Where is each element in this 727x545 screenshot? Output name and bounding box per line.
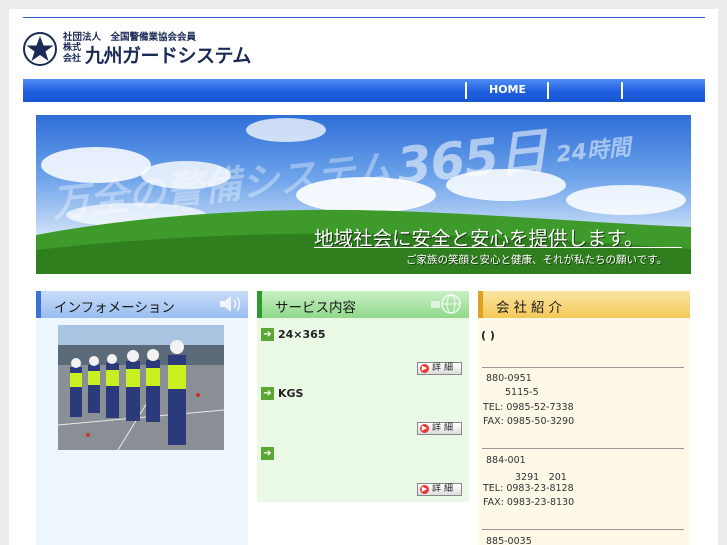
nav-link-2[interactable]: [551, 82, 621, 99]
nav-home-link[interactable]: HOME: [489, 83, 526, 96]
info-body: [36, 318, 248, 545]
services-title: サービス内容: [275, 300, 356, 316]
divider: [482, 367, 684, 368]
office-address: 3291 201: [515, 472, 567, 483]
details-button[interactable]: ▶ 詳細: [417, 483, 462, 496]
service-label: 24×365: [278, 328, 326, 341]
company-type-label: 株式 会社: [63, 43, 82, 64]
company-body: ( ) 880-0951 5115-5 TEL: 0985-52-7338 FA…: [478, 318, 690, 545]
office-zip: 884-001: [486, 455, 526, 466]
info-title: インフォメーション: [54, 300, 175, 316]
company-logo[interactable]: 社団法人 全国警備業協会会員 株式 会社 九州ガードシステム: [23, 28, 283, 70]
main-navigation: HOME: [23, 79, 705, 102]
hero-subline: ご家族の笑顔と安心と健康、それが私たちの願いです。: [406, 254, 668, 266]
page: 社団法人 全国警備業協会会員 株式 会社 九州ガードシステム HOME 万全の警…: [9, 9, 718, 545]
services-header: サービス内容: [257, 291, 469, 318]
arrow-right-icon: ➔: [261, 328, 274, 341]
company-header: 会社紹介: [478, 291, 690, 318]
play-icon: ▶: [420, 364, 429, 373]
speaker-icon: [220, 296, 241, 312]
nav-separator: [621, 82, 623, 99]
office-fax: FAX: 0983-23-8130: [483, 497, 575, 508]
arrow-right-icon: ➔: [261, 387, 274, 400]
guards-photo: [58, 325, 224, 450]
service-label: KGS: [278, 387, 304, 400]
play-icon: ▶: [420, 485, 429, 494]
office-fax: FAX: 0985-50-3290: [483, 416, 575, 427]
office-zip: 885-0035: [486, 536, 532, 545]
details-button[interactable]: ▶ 詳細: [417, 362, 462, 375]
nav-separator: [547, 82, 549, 99]
company-name: 九州ガードシステム: [85, 45, 251, 67]
top-divider: [23, 17, 705, 18]
nav-separator: [465, 82, 467, 99]
office-zip: 880-0951: [486, 373, 532, 384]
details-button[interactable]: ▶ 詳細: [417, 422, 462, 435]
arrow-right-icon: ➔: [261, 447, 274, 460]
nav-link-3[interactable]: [625, 82, 695, 99]
hero-banner: 万全の警備システム 365日 24時間 地域社会に安全と安心を提供します。 ご家…: [36, 115, 691, 274]
divider: [482, 529, 684, 530]
office-tel: TEL: 0985-52-7338: [483, 402, 574, 413]
globe-icon: [431, 294, 461, 314]
divider: [482, 448, 684, 449]
services-body: ➔ 24×365 ▶ 詳細 ➔ KGS ▶ 詳細 ➔ ▶ 詳細: [257, 318, 469, 502]
company-paren: ( ): [481, 329, 495, 342]
office-address: 5115-5: [505, 387, 539, 398]
office-tel: TEL: 0983-23-8128: [483, 483, 574, 494]
company-title: 会社紹介: [496, 300, 566, 316]
info-header: インフォメーション: [36, 291, 248, 318]
play-icon: ▶: [420, 424, 429, 433]
star-emblem-icon: [23, 32, 57, 66]
hero-underline: [314, 247, 682, 248]
